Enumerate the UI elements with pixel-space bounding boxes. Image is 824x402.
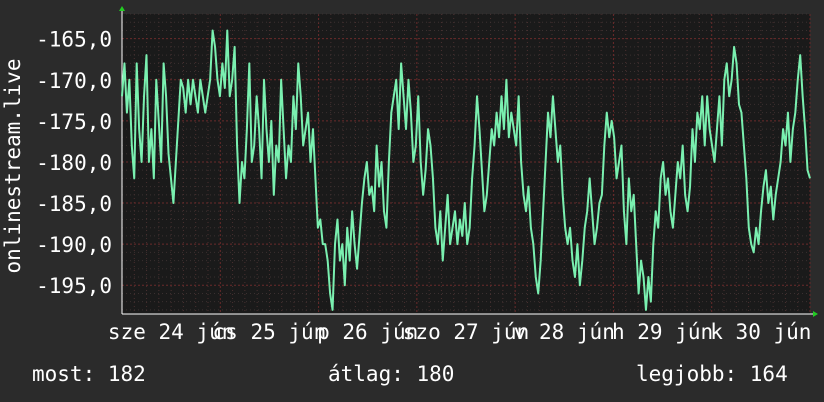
x-tick-label: v 28 jún <box>514 320 615 344</box>
y-tick-label: -195,0 <box>36 274 112 298</box>
x-tick-label: cs 25 jún <box>213 320 327 344</box>
x-axis-arrow <box>813 311 818 317</box>
y-tick-label: -185,0 <box>36 192 112 216</box>
y-tick-label: -180,0 <box>36 151 112 175</box>
y-tick-label: -175,0 <box>36 110 112 134</box>
x-tick-label: h 29 jún <box>612 320 713 344</box>
y-axis-arrow <box>119 6 125 11</box>
y-tick-label: -165,0 <box>36 28 112 52</box>
current-value-label: most: 182 <box>32 362 146 386</box>
best-value-label: legjobb: 164 <box>636 362 788 386</box>
y-axis-label: onlinestream.live <box>1 59 25 274</box>
chart-widget: -165,0 -170,0 -175,0 -180,0 -185,0 -190,0 -195… <box>0 0 824 402</box>
stats-bar: most: 182 átlag: 180 legjobb: 164 <box>0 362 824 390</box>
x-tick-label: szo 27 jún <box>403 320 529 344</box>
average-value-label: átlag: 180 <box>328 362 455 386</box>
line-chart: -165,0 -170,0 -175,0 -180,0 -185,0 -190,0 -195… <box>1 6 818 344</box>
y-tick-label: -190,0 <box>36 233 112 257</box>
y-tick-label: -170,0 <box>36 69 112 93</box>
x-tick-label: k 30 jún <box>710 320 811 344</box>
